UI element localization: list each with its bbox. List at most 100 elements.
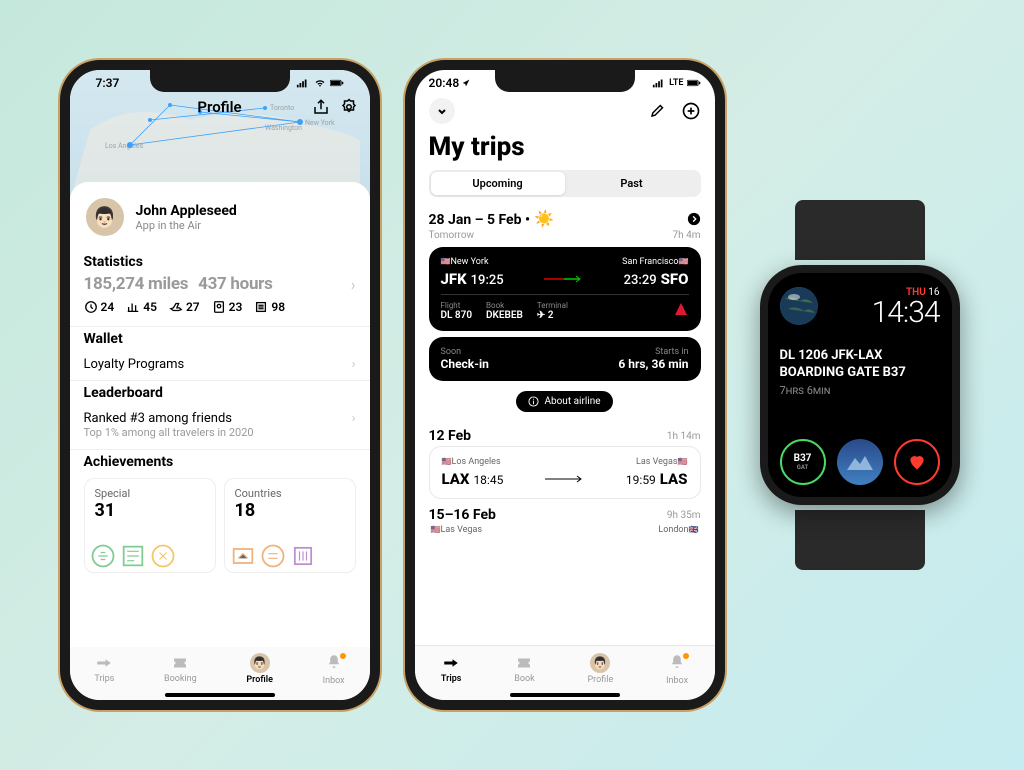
user-name: John Appleseed: [136, 203, 237, 219]
mountain-icon: [845, 452, 875, 472]
notification-dot: [683, 653, 689, 659]
chevron-right-icon: ›: [351, 275, 356, 294]
heart-complication[interactable]: [894, 439, 940, 485]
leaderboard-sub: Top 1% among all travelers in 2020: [70, 426, 370, 450]
watch-screen: THU 16 14:34 DL 1206 JFK-LAX BOARDING GA…: [768, 273, 952, 497]
info-icon: [528, 396, 539, 407]
stamp-icon: [229, 542, 257, 570]
map-city-la: Los Angeles: [105, 142, 144, 150]
stamp-icon: [89, 542, 117, 570]
trip-date-row[interactable]: 28 Jan – 5 Feb • ☀️: [429, 209, 701, 228]
flag-us-icon: 🇺🇸: [678, 457, 688, 466]
edit-icon[interactable]: [649, 101, 667, 119]
passport-icon: [212, 300, 226, 314]
tab-inbox[interactable]: Inbox: [323, 653, 345, 686]
battery-icon: [687, 76, 701, 90]
tab-profile[interactable]: 👨🏻 Profile: [246, 653, 273, 685]
ticket-icon: [514, 654, 534, 672]
page-title: Profile: [197, 98, 241, 116]
status-time: 7:37: [96, 76, 120, 90]
tab-book[interactable]: Book: [514, 654, 534, 684]
weather-complication[interactable]: [837, 439, 883, 485]
home-indicator[interactable]: [510, 693, 620, 697]
avatar-icon: 👨🏻: [590, 653, 610, 673]
statistics-row[interactable]: 185,274 miles 437 hours ›: [70, 272, 370, 300]
user-row[interactable]: 👨🏻 John Appleseed App in the Air: [70, 196, 370, 250]
wifi-icon: [313, 76, 327, 90]
location-icon: [461, 78, 471, 88]
add-icon[interactable]: [681, 101, 701, 121]
status-icons: LTE: [652, 76, 700, 90]
delta-logo-icon: [673, 301, 689, 317]
arrow-icon: [544, 275, 584, 283]
stat-item: 98: [254, 300, 285, 314]
phone-trips: 20:48 LTE My trips Upcoming Past 28 Jan …: [405, 60, 725, 710]
segment-past[interactable]: Past: [565, 172, 699, 195]
stat-icons-row: 24 45 27 23 98: [70, 300, 370, 327]
flag-us-icon: 🇺🇸: [431, 525, 441, 534]
flag-uk-icon: 🇬🇧: [689, 525, 699, 534]
stamp-icon: [119, 542, 147, 570]
notification-dot: [340, 653, 346, 659]
heart-icon: [907, 452, 927, 472]
phone-profile: 7:37 Toronto New York Washington Los Ang…: [60, 60, 380, 710]
trip-sub-right: 7h 4m: [673, 230, 701, 241]
chevron-right-icon: ›: [352, 411, 356, 426]
list-icon: [254, 300, 268, 314]
wallet-title: Wallet: [70, 327, 370, 349]
avatar: 👨🏻: [84, 196, 126, 238]
chevron-circle-icon: [687, 212, 701, 226]
trip2-date-row: 12 Feb 1h 14m: [429, 428, 701, 444]
stat-item: 27: [169, 300, 200, 314]
settings-icon[interactable]: [340, 98, 358, 116]
share-icon[interactable]: [312, 98, 330, 116]
trip3-date-row: 15–16 Feb 9h 35m: [429, 507, 701, 523]
tab-trips[interactable]: Trips: [94, 654, 114, 684]
status-icons: [296, 76, 344, 90]
statistics-title: Statistics: [70, 250, 370, 272]
flag-us-icon: 🇺🇸: [441, 257, 451, 266]
tab-booking[interactable]: Booking: [164, 654, 197, 684]
notch: [150, 70, 290, 92]
globe-icon: [780, 287, 818, 325]
stamp-icon: [149, 542, 177, 570]
stat-item: 45: [126, 300, 157, 314]
checkin-card[interactable]: SoonCheck-in Starts in6 hrs, 36 min: [429, 337, 701, 381]
flight-card-light[interactable]: 🇺🇸Los Angeles Las Vegas🇺🇸 LAX 18:45 19:5…: [429, 446, 701, 499]
about-airline-chip[interactable]: About airline: [516, 391, 612, 412]
tab-bar: Trips Book 👨🏻 Profile Inbox: [415, 645, 715, 700]
tab-profile[interactable]: 👨🏻 Profile: [588, 653, 614, 685]
stat-miles: 185,274 miles: [84, 274, 189, 294]
segmented-control: Upcoming Past: [429, 170, 701, 197]
map-city-newyork: New York: [305, 119, 335, 127]
network-label: LTE: [669, 78, 683, 88]
flag-us-icon: 🇺🇸: [679, 257, 689, 266]
achievement-countries[interactable]: Countries 18: [224, 478, 356, 573]
segment-upcoming[interactable]: Upcoming: [431, 172, 565, 195]
collapse-button[interactable]: [429, 98, 455, 124]
watch-band: [795, 510, 925, 570]
leaderboard-row[interactable]: Ranked #3 among friends ›: [70, 403, 370, 426]
profile-content: 👨🏻 John Appleseed App in the Air Statist…: [70, 182, 370, 647]
loyalty-programs-row[interactable]: Loyalty Programs ›: [70, 349, 370, 381]
trips-content: My trips Upcoming Past 28 Jan – 5 Feb • …: [415, 92, 715, 642]
status-time: 20:48: [429, 76, 460, 90]
achievement-special[interactable]: Special 31: [84, 478, 216, 573]
home-indicator[interactable]: [165, 693, 275, 697]
watch-flight-info[interactable]: DL 1206 JFK-LAX BOARDING GATE B37: [780, 348, 940, 382]
signal-icon: [652, 76, 666, 90]
tab-inbox[interactable]: Inbox: [666, 653, 688, 686]
user-sub: App in the Air: [136, 219, 237, 232]
notch: [495, 70, 635, 92]
clock-icon: [84, 300, 98, 314]
watch-complications: B37 GAT: [780, 439, 940, 485]
earth-complication[interactable]: [780, 287, 818, 325]
watch-case: THU 16 14:34 DL 1206 JFK-LAX BOARDING GA…: [760, 265, 960, 505]
flight-card-main[interactable]: 🇺🇸New York San Francisco🇺🇸 JFK 19:25 23:…: [429, 247, 701, 331]
watch-band: [795, 200, 925, 260]
avatar-icon: 👨🏻: [250, 653, 270, 673]
tab-trips[interactable]: Trips: [441, 654, 462, 684]
gate-complication[interactable]: B37 GAT: [780, 439, 826, 485]
trips-header: [429, 98, 701, 124]
terminal-icon: ✈: [537, 310, 545, 321]
